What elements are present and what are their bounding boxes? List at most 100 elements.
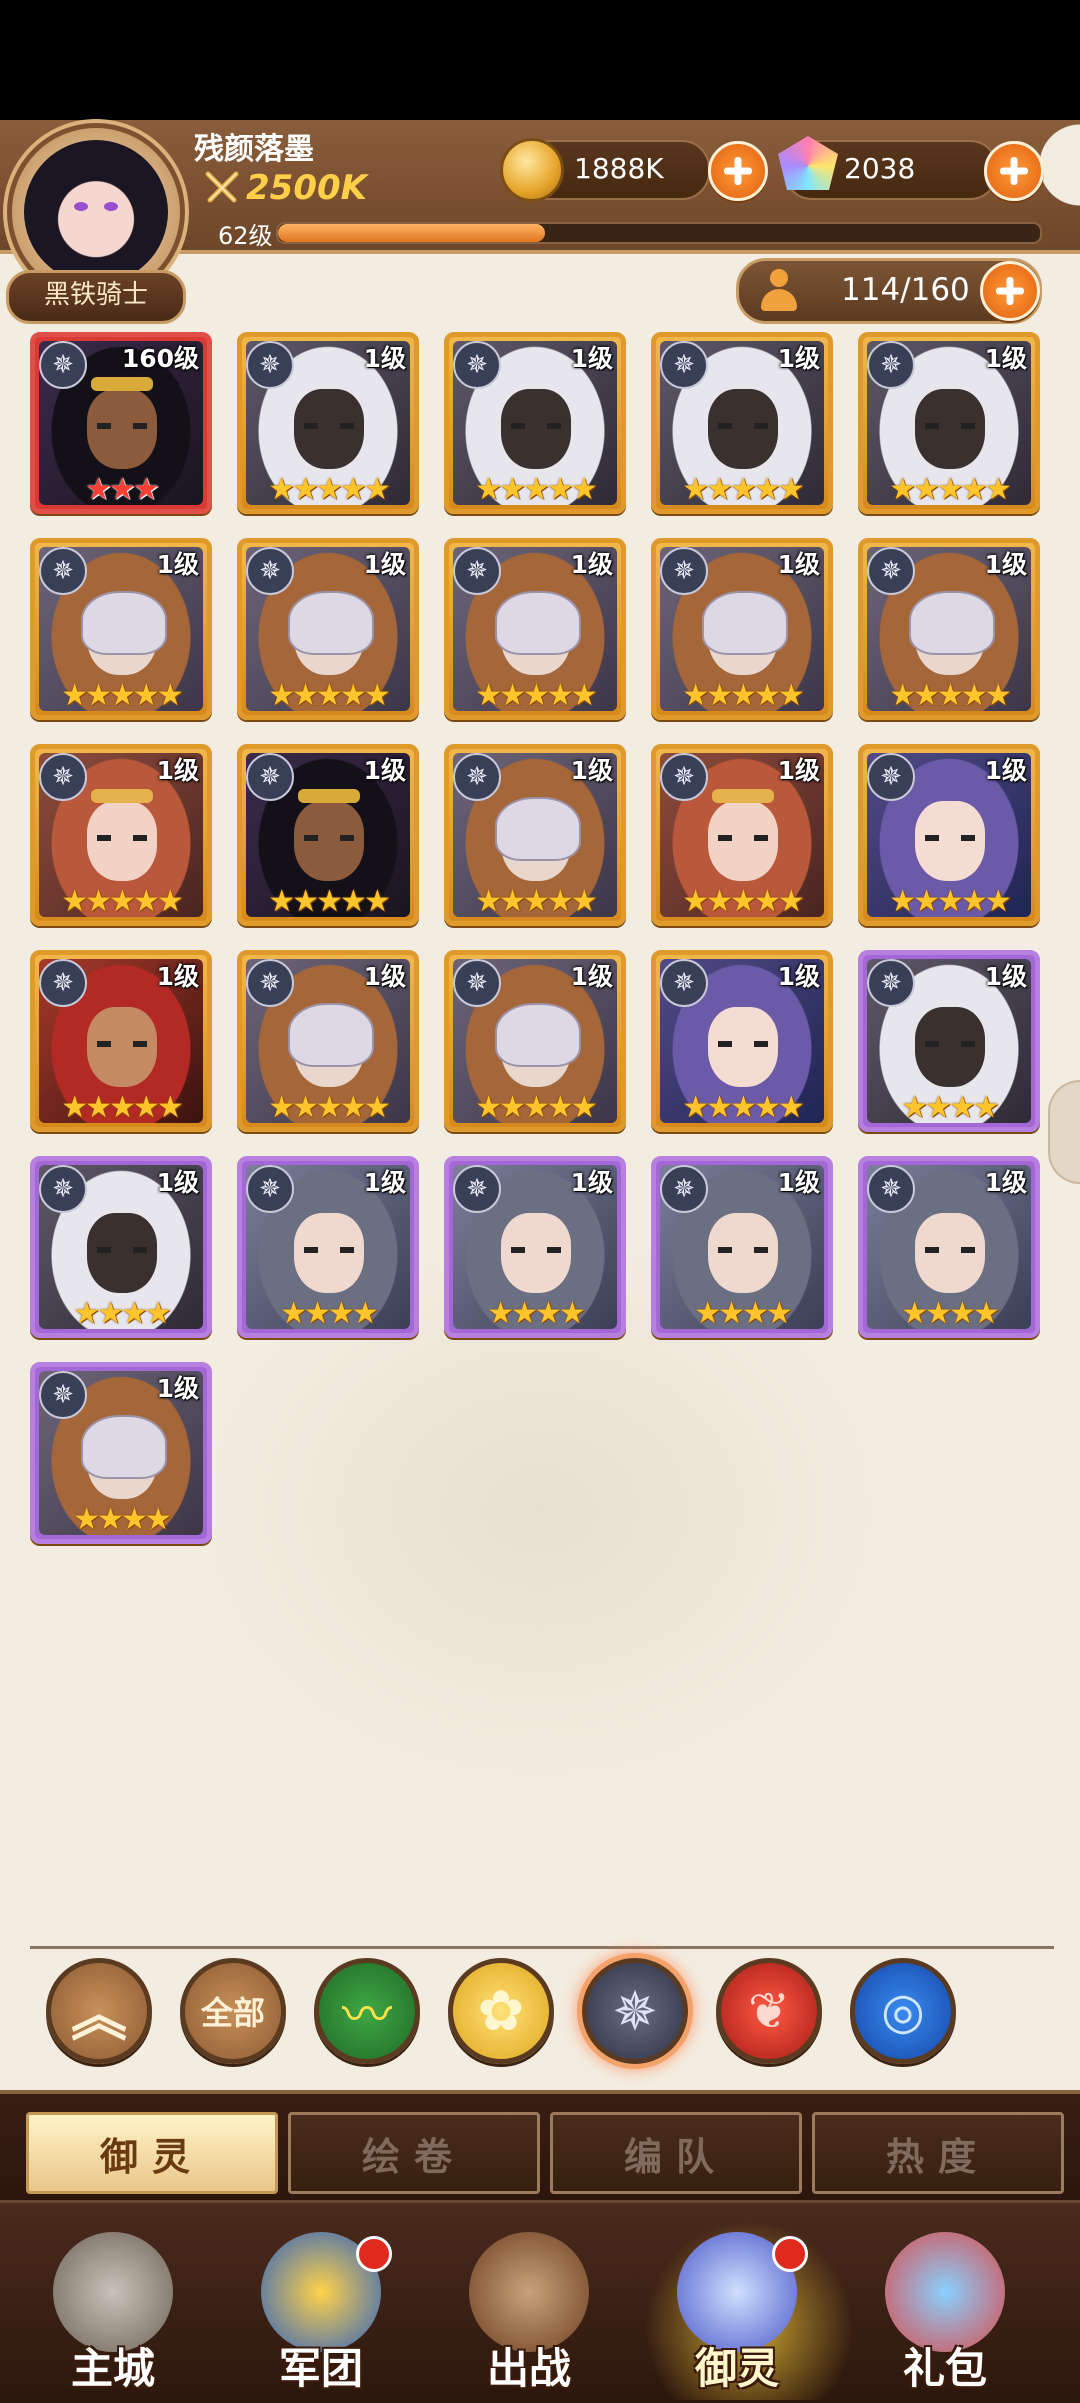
dark-faction-icon: ✵: [453, 753, 501, 801]
nav-item-3[interactable]: 御灵: [642, 2222, 832, 2400]
dark-element-icon: ✵: [612, 1979, 658, 2043]
add-gold-button[interactable]: [708, 141, 768, 201]
nav-item-0[interactable]: 主城: [18, 2222, 208, 2400]
add-gems-button[interactable]: [984, 141, 1044, 201]
hero-stars: ★★★★: [694, 1296, 793, 1331]
hero-level: 1级: [777, 756, 820, 785]
hero-card[interactable]: ✵ 1级 ★★★★★: [444, 950, 626, 1132]
tab-2[interactable]: 编队: [550, 2112, 802, 2194]
hero-stars: ★★★★★: [61, 1090, 183, 1125]
fire-element-icon: ❦: [748, 1982, 790, 2040]
tab-1[interactable]: 绘卷: [288, 2112, 540, 2194]
dark-faction-icon: ✵: [453, 341, 501, 389]
hero-card[interactable]: ✵ 1级 ★★★★: [651, 1156, 833, 1338]
dark-faction-icon: ✵: [246, 547, 294, 595]
dark-faction-icon: ✵: [39, 1165, 87, 1213]
hero-card[interactable]: ✵ 1级 ★★★★★: [651, 744, 833, 926]
hero-card[interactable]: ✵ 1级 ★★★★★: [444, 538, 626, 720]
filter-collapse-button[interactable]: ︽: [46, 1958, 152, 2064]
nav-label: 主城: [70, 2344, 155, 2393]
hero-level: 1级: [984, 344, 1027, 373]
filter-dark-button[interactable]: ✵: [582, 1958, 688, 2064]
hero-level: 1级: [570, 756, 613, 785]
dark-faction-icon: ✵: [246, 959, 294, 1007]
gem-counter: 2038: [778, 136, 998, 200]
hero-card[interactable]: ✵ 1级 ★★★★★: [237, 950, 419, 1132]
expand-roster-button[interactable]: [980, 261, 1040, 321]
rank-badge: 黑铁骑士: [6, 270, 186, 324]
hero-card[interactable]: ✵ 1级 ★★★★★: [237, 744, 419, 926]
combat-power: 2500K: [204, 168, 367, 208]
tab-3[interactable]: 热度: [812, 2112, 1064, 2194]
hero-card[interactable]: ✵ 1级 ★★★★: [858, 1156, 1040, 1338]
player-level: 62级: [218, 222, 273, 250]
hero-card[interactable]: ✵ 1级 ★★★★★: [858, 538, 1040, 720]
hero-card[interactable]: ✵ 1级 ★★★★★: [237, 332, 419, 514]
hero-stars: ★★★★★: [268, 678, 390, 713]
notification-dot: [772, 2236, 808, 2272]
hero-card[interactable]: ✵ 1级 ★★★★: [444, 1156, 626, 1338]
dark-faction-icon: ✵: [39, 753, 87, 801]
hero-card[interactable]: ✵ 1级 ★★★★★: [858, 744, 1040, 926]
filter-all-button[interactable]: 全部: [180, 1958, 286, 2064]
hero-card[interactable]: ✵ 1级 ★★★★★: [237, 538, 419, 720]
hero-card[interactable]: ✵ 1级 ★★★★★: [30, 744, 212, 926]
hero-card[interactable]: ✵ 1级 ★★★★★: [858, 332, 1040, 514]
hero-card[interactable]: ✵ 160级 ★★★: [30, 332, 212, 514]
hero-stars: ★★★★★: [475, 1090, 597, 1125]
hero-level: 1级: [363, 1168, 406, 1197]
hero-card[interactable]: ✵ 1级 ★★★★: [30, 1362, 212, 1544]
battle-gate-icon: [469, 2232, 589, 2352]
hero-stars: ★★★★: [73, 1296, 172, 1331]
person-icon: [759, 269, 799, 311]
gold-coin-icon: [500, 138, 564, 202]
hero-card[interactable]: ✵ 1级 ★★★★★: [30, 538, 212, 720]
hero-level: 1级: [156, 1168, 199, 1197]
hero-level: 1级: [984, 1168, 1027, 1197]
status-bar: [0, 0, 1080, 120]
filter-water-button[interactable]: ◎: [850, 1958, 956, 2064]
notification-dot: [356, 2236, 392, 2272]
filter-wind-button[interactable]: 〰: [314, 1958, 420, 2064]
water-element-icon: ◎: [881, 1982, 925, 2040]
hero-level: 1级: [156, 1374, 199, 1403]
nav-item-4[interactable]: 礼包: [850, 2222, 1040, 2400]
hero-card[interactable]: ✵ 1级 ★★★★: [858, 950, 1040, 1132]
hero-stars: ★★★★★: [61, 884, 183, 919]
hero-level: 1级: [156, 962, 199, 991]
hero-stars: ★★★★★: [682, 884, 804, 919]
gold-counter: 1888K: [500, 138, 710, 202]
hero-stars: ★★★★★: [682, 472, 804, 507]
castle-icon: [53, 2232, 173, 2352]
hero-card[interactable]: ✵ 1级 ★★★★: [237, 1156, 419, 1338]
tab-0[interactable]: 御灵: [26, 2112, 278, 2194]
hero-card[interactable]: ✵ 1级 ★★★★★: [651, 950, 833, 1132]
hero-level: 1级: [984, 962, 1027, 991]
hero-card[interactable]: ✵ 1级 ★★★★★: [651, 332, 833, 514]
hero-card[interactable]: ✵ 1级 ★★★★★: [444, 332, 626, 514]
nav-item-2[interactable]: 出战: [434, 2222, 624, 2400]
hero-level: 1级: [363, 962, 406, 991]
dark-faction-icon: ✵: [246, 1165, 294, 1213]
hero-card[interactable]: ✵ 1级 ★★★★★: [444, 744, 626, 926]
roster-count: 114/160: [841, 272, 970, 308]
hero-stars: ★★★: [85, 472, 160, 507]
hero-stars: ★★★★: [280, 1296, 379, 1331]
hero-level: 1级: [570, 962, 613, 991]
dark-faction-icon: ✵: [867, 753, 915, 801]
hero-stars: ★★★★★: [682, 1090, 804, 1125]
hero-card[interactable]: ✵ 1级 ★★★★★: [30, 950, 212, 1132]
hero-card[interactable]: ✵ 1级 ★★★★: [30, 1156, 212, 1338]
hero-stars: ★★★★★: [268, 884, 390, 919]
nav-item-1[interactable]: 军团: [226, 2222, 416, 2400]
hero-stars: ★★★★★: [889, 884, 1011, 919]
side-drawer-handle[interactable]: [1048, 1080, 1080, 1184]
xp-bar-fill: [278, 224, 545, 242]
dark-faction-icon: ✵: [39, 1371, 87, 1419]
hero-card[interactable]: ✵ 1级 ★★★★★: [651, 538, 833, 720]
all-filter-icon: 全部: [200, 1994, 265, 2032]
hero-stars: ★★★★★: [475, 678, 597, 713]
filter-fire-button[interactable]: ❦: [716, 1958, 822, 2064]
filter-light-button[interactable]: ✿: [448, 1958, 554, 2064]
dark-faction-icon: ✵: [246, 341, 294, 389]
